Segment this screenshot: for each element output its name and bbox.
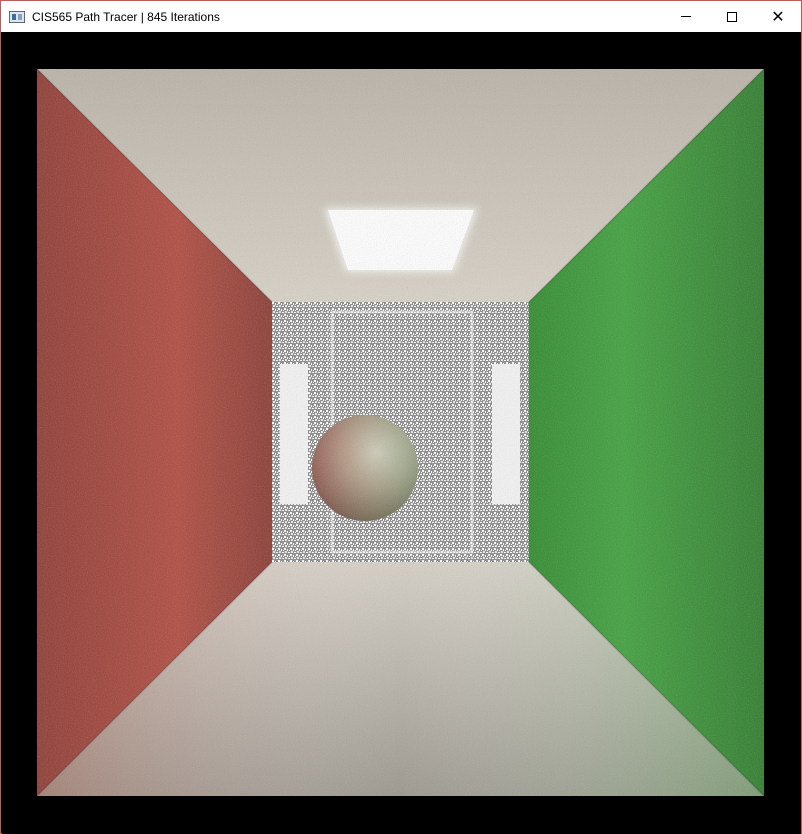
maximize-icon <box>727 11 737 22</box>
title-bar[interactable]: CIS565 Path Tracer | 845 Iterations ✕ <box>1 1 801 32</box>
maximize-button[interactable] <box>709 1 755 32</box>
app-window-icon <box>9 10 25 23</box>
app-window: CIS565 Path Tracer | 845 Iterations ✕ <box>0 0 802 834</box>
close-button[interactable]: ✕ <box>755 1 801 32</box>
render-viewport[interactable] <box>2 32 801 834</box>
window-title: CIS565 Path Tracer | 845 Iterations <box>32 9 220 24</box>
render-noise <box>37 69 764 796</box>
path-traced-render <box>2 32 801 834</box>
minimize-button[interactable] <box>663 1 709 32</box>
close-icon: ✕ <box>771 7 785 26</box>
minimize-icon <box>681 16 691 17</box>
